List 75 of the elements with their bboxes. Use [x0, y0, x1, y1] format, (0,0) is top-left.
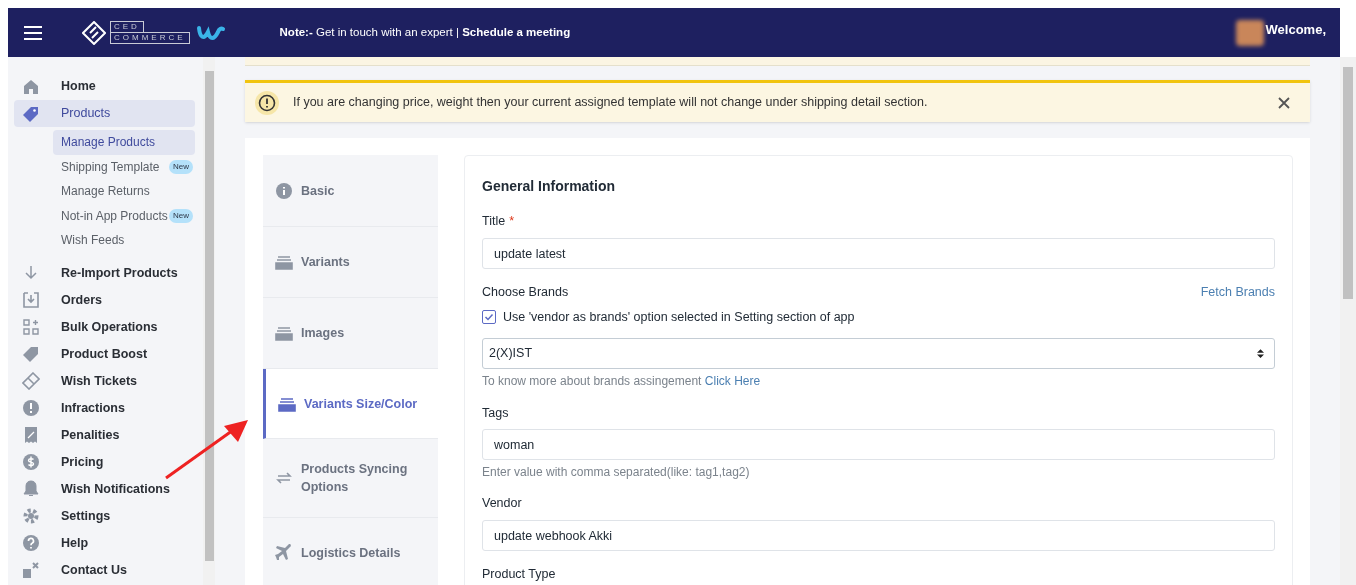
- sidebar-item[interactable]: Product Boost: [14, 340, 195, 368]
- submenu-item[interactable]: Not-in App Products New: [53, 203, 195, 228]
- sidebar-item[interactable]: Infractions: [14, 394, 195, 422]
- sidebar-item[interactable]: Wish Tickets: [14, 367, 195, 395]
- required-mark: *: [509, 213, 515, 229]
- note-text: Note:- Get in touch with an expert | Schedule a meeting: [279, 25, 571, 38]
- sidebar-item[interactable]: Wish Notifications: [14, 475, 195, 503]
- logo-text: COMMERCE: [110, 32, 190, 44]
- submenu-item[interactable]: Manage Products: [53, 130, 195, 155]
- select-arrows-icon: [1257, 349, 1264, 358]
- section-heading: General Information: [482, 178, 617, 194]
- scrollbar[interactable]: [203, 57, 215, 585]
- sidebar-item[interactable]: Re-Import Products: [14, 259, 195, 287]
- tab[interactable]: Products Syncing Options: [263, 439, 438, 518]
- ticket-icon: [22, 372, 40, 390]
- tab[interactable]: Images: [263, 298, 438, 369]
- receipt-icon: [22, 426, 40, 444]
- brand-select[interactable]: 2(X)IST: [482, 338, 1275, 369]
- check-icon: [484, 312, 494, 322]
- sidebar-item[interactable]: Contact Us: [14, 556, 195, 584]
- sidebar-item[interactable]: Home: [14, 73, 195, 100]
- sidebar-item[interactable]: Help: [14, 529, 195, 557]
- help-text: To know more about brands assingement Click Here: [482, 373, 762, 389]
- tag-icon: [22, 345, 40, 363]
- sidebar-item[interactable]: Products: [14, 100, 195, 127]
- logo-text: CED: [110, 21, 144, 33]
- info-icon: [275, 181, 293, 200]
- click-here-link[interactable]: Click Here: [704, 374, 761, 388]
- alert-message: If you are changing price, weight then your current assigned template will not change under shipping detail section.: [293, 94, 928, 112]
- dollar-icon: [22, 453, 40, 471]
- sidebar-item[interactable]: Penalities: [14, 421, 195, 449]
- fetch-brands-link[interactable]: Fetch Brands: [1200, 284, 1275, 300]
- vendor-input[interactable]: update webhook Akki: [482, 520, 1275, 551]
- new-badge: New: [169, 208, 193, 223]
- tab[interactable]: Variants: [263, 227, 438, 298]
- close-icon[interactable]: [1278, 96, 1290, 109]
- field-label: Choose Brands: [482, 284, 569, 300]
- field-label: Title: [482, 213, 506, 229]
- title-input[interactable]: update latest: [482, 238, 1275, 269]
- grid-plus-icon: [22, 318, 40, 336]
- stack-icon: [275, 253, 293, 271]
- page-scrollbar[interactable]: [1340, 57, 1356, 585]
- stack-icon: [275, 324, 293, 342]
- help-text: Enter value with comma separated(like: tag1,tag2): [482, 464, 751, 480]
- submenu-item[interactable]: Wish Feeds: [53, 228, 195, 253]
- tab[interactable]: Basic: [263, 155, 438, 227]
- checkbox[interactable]: [482, 310, 496, 324]
- welcome-text: Welcome,: [1265, 21, 1326, 39]
- new-badge: New: [169, 159, 193, 174]
- settings-icon: [22, 507, 40, 525]
- menu-icon[interactable]: [24, 24, 42, 41]
- exclamation-icon: [22, 399, 40, 417]
- help-icon: [22, 534, 40, 552]
- inbox-download-icon: [22, 291, 40, 309]
- tag-icon: [22, 104, 40, 123]
- sidebar-item[interactable]: Bulk Operations: [14, 313, 195, 341]
- tags-input[interactable]: woman: [482, 429, 1275, 460]
- airplane-icon: [275, 543, 293, 562]
- home-icon: [22, 77, 40, 96]
- field-label: Product Type: [482, 567, 557, 581]
- checkbox-label: Use 'vendor as brands' option selected in Setting section of app: [503, 308, 855, 326]
- logo-icon: [82, 20, 106, 45]
- avatar: [1235, 20, 1264, 46]
- submenu-item[interactable]: Shipping Template New: [53, 154, 195, 179]
- down-arrow-icon: [22, 264, 40, 282]
- tab[interactable]: Variants Size/Color: [263, 369, 438, 439]
- field-label: Vendor: [482, 495, 523, 511]
- sidebar-item[interactable]: Settings: [14, 502, 195, 530]
- sidebar-item[interactable]: Orders: [14, 286, 195, 314]
- warning-icon: [255, 90, 279, 115]
- submenu-item[interactable]: Manage Returns: [53, 179, 195, 204]
- field-label: Tags: [482, 405, 510, 421]
- sidebar-item[interactable]: Pricing: [14, 448, 195, 476]
- bell-icon: [22, 480, 40, 498]
- tab[interactable]: Logistics Details: [263, 518, 438, 585]
